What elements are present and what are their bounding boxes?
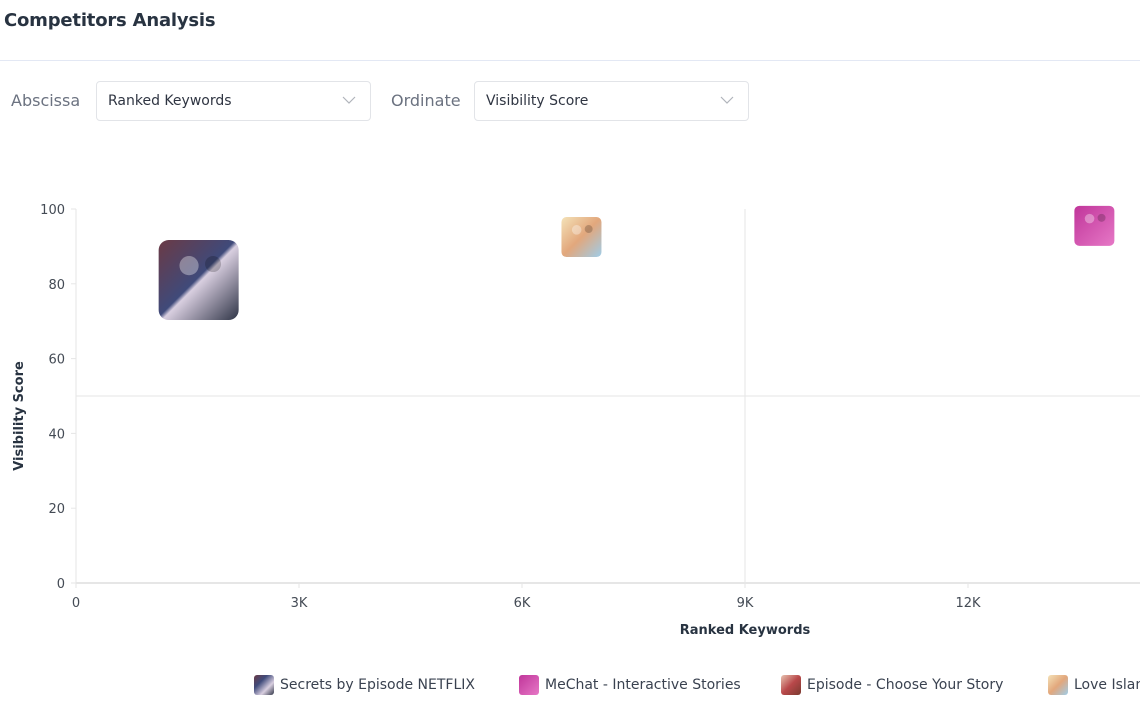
mechat-app-icon <box>1074 205 1115 246</box>
y-axis-title: Visibility Score <box>12 361 27 471</box>
x-tick-label: 6K <box>514 596 531 611</box>
legend-item[interactable]: MeChat - Interactive Stories <box>519 674 741 696</box>
icon-detail <box>205 256 222 273</box>
secrets-app-icon <box>254 675 274 695</box>
legend-item[interactable]: Secrets by Episode NETFLIX <box>254 674 475 696</box>
love-island-app-icon <box>1048 675 1068 695</box>
chevron-down-icon <box>342 96 356 104</box>
legend-item[interactable]: Episode - Choose Your Story <box>781 674 1003 696</box>
episode-app-icon <box>781 675 801 695</box>
ordinate-label: Ordinate <box>391 91 461 110</box>
icon-detail <box>1097 213 1106 222</box>
x-axis-title: Ranked Keywords <box>680 623 811 638</box>
page-title: Competitors Analysis <box>4 10 216 31</box>
x-tick-label: 9K <box>737 596 754 611</box>
page-header: Competitors Analysis <box>0 0 1140 61</box>
data-point[interactable] <box>1074 205 1115 246</box>
legend-label: Episode - Choose Your Story <box>807 677 1004 693</box>
scatter-chart: 0 20 40 60 80 100 0 3K 6K 9K 12K Ranked Keywords V… <box>12 203 1140 638</box>
abscissa-select[interactable]: Ranked Keywords <box>96 81 371 121</box>
icon-detail <box>584 225 593 234</box>
love-island-app-icon <box>561 217 602 258</box>
icon-detail <box>179 256 199 276</box>
legend-label: Secrets by Episode NETFLIX <box>280 677 475 693</box>
y-tick-label: 0 <box>57 577 65 592</box>
secrets-app-icon <box>158 240 239 321</box>
x-tick-label: 12K <box>955 596 981 611</box>
legend-label: MeChat - Interactive Stories <box>545 677 741 693</box>
y-tick-label: 60 <box>48 353 65 368</box>
y-tick-label: 80 <box>48 278 65 293</box>
mechat-app-icon <box>519 675 539 695</box>
abscissa-select-value: Ranked Keywords <box>108 93 232 109</box>
legend-item[interactable]: Love Islan <box>1048 674 1140 696</box>
legend-label: Love Islan <box>1074 677 1140 693</box>
y-tick-label: 40 <box>48 427 65 442</box>
x-tick-label: 0 <box>72 596 80 611</box>
abscissa-label: Abscissa <box>11 91 81 110</box>
chevron-down-icon <box>720 96 734 104</box>
icon-detail <box>571 225 582 235</box>
ordinate-select[interactable]: Visibility Score <box>474 81 749 121</box>
icon-detail <box>1084 213 1095 224</box>
data-point[interactable] <box>158 240 239 321</box>
y-tick-label: 100 <box>40 203 65 218</box>
y-tick-label: 20 <box>48 502 65 517</box>
chart-legend: Secrets by Episode NETFLIX MeChat - Inter… <box>0 674 1140 696</box>
data-point[interactable] <box>561 217 602 258</box>
x-tick-label: 3K <box>291 596 308 611</box>
ordinate-select-value: Visibility Score <box>486 93 589 109</box>
